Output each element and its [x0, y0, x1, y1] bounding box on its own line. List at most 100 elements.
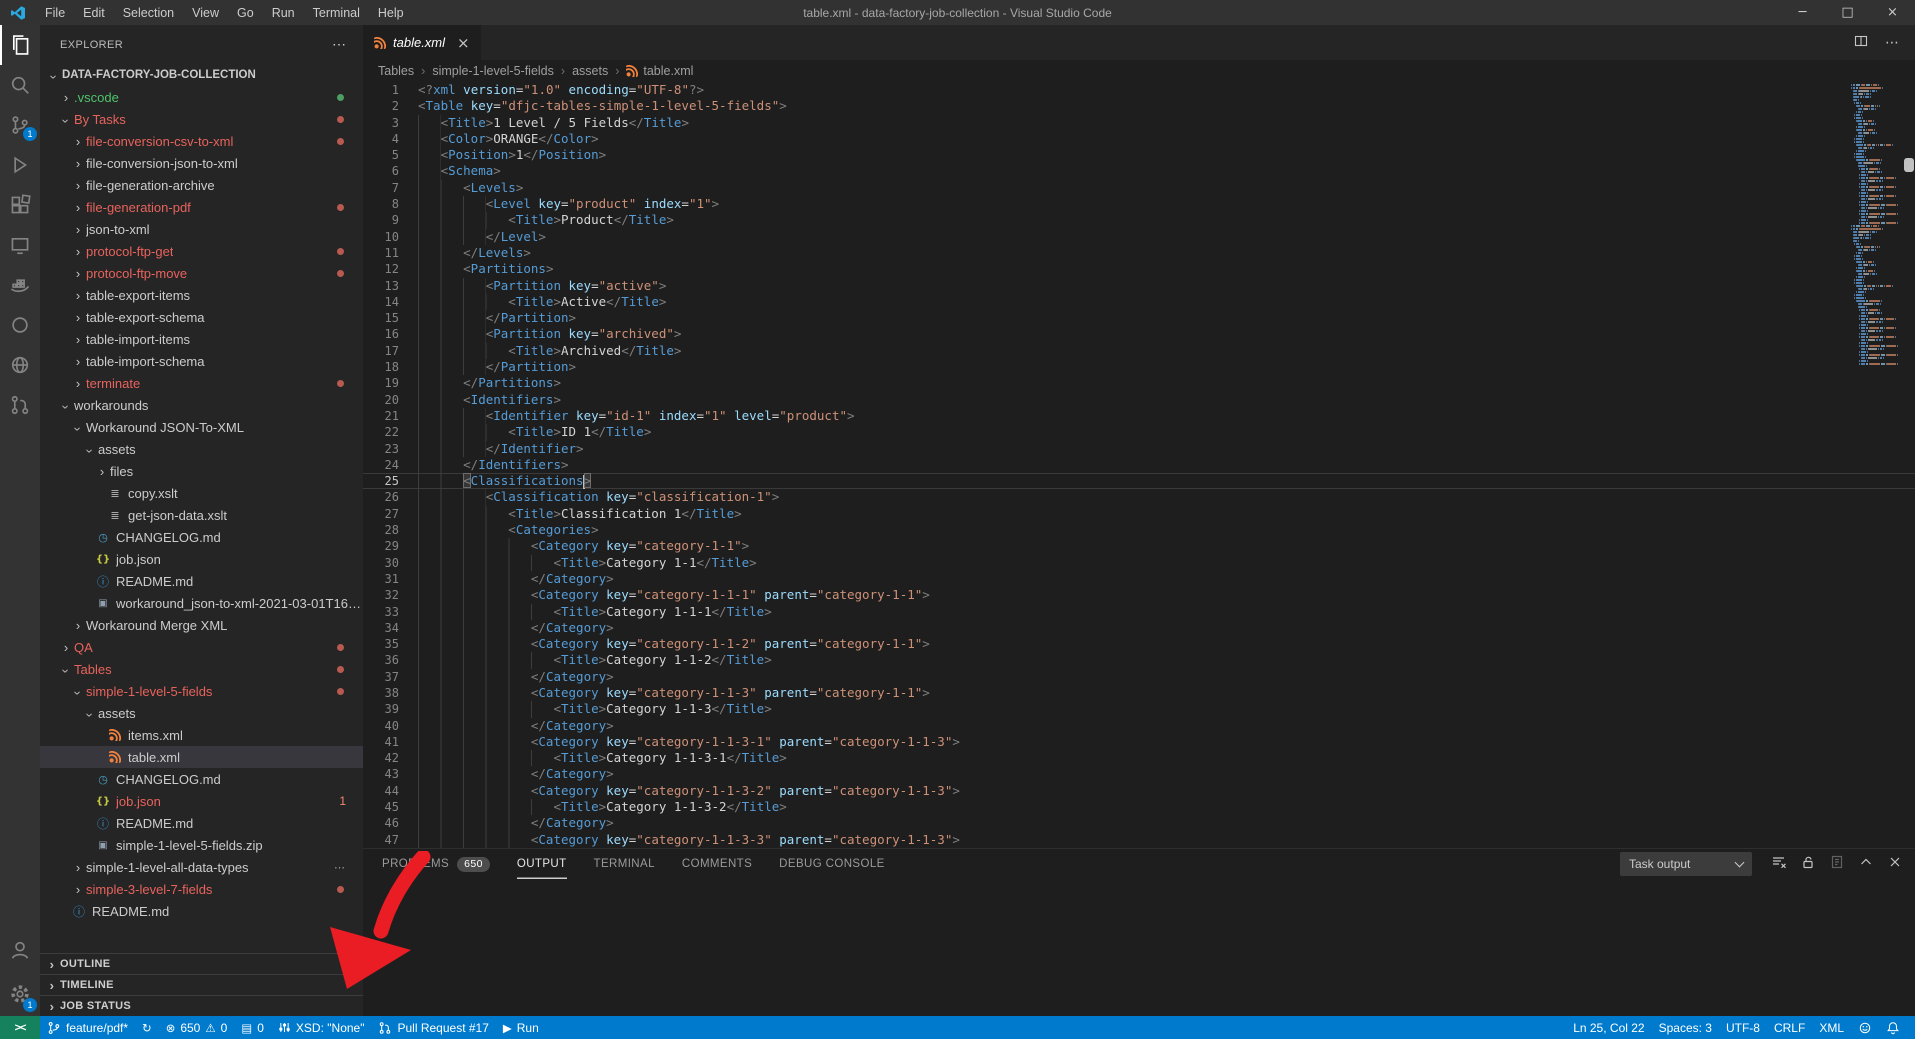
extensions-icon[interactable]	[0, 185, 40, 225]
code-line-38[interactable]: 38<Category key="category-1-1-3" parent=…	[363, 685, 1915, 701]
code-line-31[interactable]: 31</Category>	[363, 571, 1915, 587]
code-line-30[interactable]: 30<Title>Category 1-1</Title>	[363, 555, 1915, 571]
code-line-10[interactable]: 10</Level>	[363, 229, 1915, 245]
tree-folder-protocol-ftp-move[interactable]: ›protocol-ftp-move	[40, 262, 363, 284]
tree-folder-workaround-merge-xml[interactable]: ›Workaround Merge XML	[40, 614, 363, 636]
code-line-34[interactable]: 34</Category>	[363, 620, 1915, 636]
xsd-selector[interactable]: XSD: "None"	[271, 1016, 372, 1039]
circle-extension-icon[interactable]	[0, 305, 40, 345]
tree-folder-data-factory-job-collection[interactable]: ›DATA-FACTORY-JOB-COLLECTION	[40, 64, 363, 86]
tree-file-readme.md[interactable]: ⓘREADME.md	[40, 570, 363, 592]
settings-gear-icon[interactable]: 1	[0, 972, 40, 1016]
cursor-position[interactable]: Ln 25, Col 22	[1566, 1016, 1651, 1039]
code-line-41[interactable]: 41<Category key="category-1-1-3-1" paren…	[363, 734, 1915, 750]
code-line-27[interactable]: 27<Title>Classification 1</Title>	[363, 506, 1915, 522]
code-line-8[interactable]: 8<Level key="product" index="1">	[363, 196, 1915, 212]
menu-view[interactable]: View	[183, 6, 228, 20]
tree-file-simple-1-level-5-fields.zip[interactable]: ▣simple-1-level-5-fields.zip	[40, 834, 363, 856]
account-icon[interactable]	[0, 928, 40, 972]
tree-folder-by-tasks[interactable]: ›By Tasks	[40, 108, 363, 130]
breadcrumb-file[interactable]: table.xml	[626, 64, 693, 78]
tree-file-readme.md[interactable]: ⓘREADME.md	[40, 900, 363, 922]
run-task-button[interactable]: ▶Run	[496, 1016, 546, 1039]
code-line-20[interactable]: 20<Identifiers>	[363, 392, 1915, 408]
code-line-6[interactable]: 6<Schema>	[363, 163, 1915, 179]
tree-folder-table-import-items[interactable]: ›table-import-items	[40, 328, 363, 350]
explorer-more-actions-icon[interactable]: ⋯	[332, 36, 347, 53]
close-panel-icon[interactable]	[1887, 854, 1903, 875]
code-line-26[interactable]: 26<Classification key="classification-1"…	[363, 489, 1915, 505]
tab-debug-console[interactable]: DEBUG CONSOLE	[779, 849, 885, 879]
tree-file-changelog.md[interactable]: ◷CHANGELOG.md	[40, 526, 363, 548]
menu-terminal[interactable]: Terminal	[304, 6, 369, 20]
github-pull-requests-icon[interactable]	[0, 385, 40, 425]
tab-comments[interactable]: COMMENTS	[682, 849, 752, 879]
code-line-11[interactable]: 11</Levels>	[363, 245, 1915, 261]
breadcrumb-tables[interactable]: Tables	[378, 64, 414, 78]
section-job-status[interactable]: ›JOB STATUS	[40, 995, 363, 1016]
tree-folder-simple-3-level-7-fields[interactable]: ›simple-3-level-7-fields	[40, 878, 363, 900]
remote-explorer-icon[interactable]	[0, 225, 40, 265]
notifications-bell-icon[interactable]	[1879, 1016, 1907, 1039]
code-line-12[interactable]: 12<Partitions>	[363, 261, 1915, 277]
code-line-1[interactable]: 1<?xml version="1.0" encoding="UTF-8"?>	[363, 82, 1915, 98]
tree-folder-assets[interactable]: ›assets	[40, 702, 363, 724]
tree-folder-tables[interactable]: ›Tables	[40, 658, 363, 680]
indentation-setting[interactable]: Spaces: 3	[1652, 1016, 1719, 1039]
code-line-22[interactable]: 22<Title>ID 1</Title>	[363, 424, 1915, 440]
code-line-47[interactable]: 47<Category key="category-1-1-3-3" paren…	[363, 832, 1915, 848]
tree-file-table.xml[interactable]: table.xml	[40, 746, 363, 768]
clear-output-icon[interactable]	[1771, 854, 1787, 875]
tree-folder-simple-1-level-all-data-types[interactable]: ›simple-1-level-all-data-types⋯	[40, 856, 363, 878]
tree-folder-files[interactable]: ›files	[40, 460, 363, 482]
code-line-45[interactable]: 45<Title>Category 1-1-3-2</Title>	[363, 799, 1915, 815]
code-line-29[interactable]: 29<Category key="category-1-1">	[363, 538, 1915, 554]
code-line-3[interactable]: 3<Title>1 Level / 5 Fields</Title>	[363, 115, 1915, 131]
remote-indicator[interactable]: ><	[0, 1016, 40, 1039]
tree-folder-table-export-items[interactable]: ›table-export-items	[40, 284, 363, 306]
tree-file-items.xml[interactable]: items.xml	[40, 724, 363, 746]
code-line-43[interactable]: 43</Category>	[363, 766, 1915, 782]
pull-request-item[interactable]: Pull Request #17	[371, 1016, 495, 1039]
unlock-icon[interactable]	[1800, 854, 1816, 875]
tree-file-get-json-data.xslt[interactable]: ≣get-json-data.xslt	[40, 504, 363, 526]
code-editor[interactable]: 1<?xml version="1.0" encoding="UTF-8"?>2…	[363, 82, 1915, 848]
tab-terminal[interactable]: TERMINAL	[594, 849, 655, 879]
output-panel-content[interactable]	[363, 879, 1915, 1016]
code-line-44[interactable]: 44<Category key="category-1-1-3-2" paren…	[363, 783, 1915, 799]
tree-file-job.json[interactable]: {}job.json	[40, 548, 363, 570]
tab-output[interactable]: OUTPUT	[517, 849, 567, 879]
code-line-2[interactable]: 2<Table key="dfjc-tables-simple-1-level-…	[363, 98, 1915, 114]
code-line-13[interactable]: 13<Partition key="active">	[363, 278, 1915, 294]
code-line-9[interactable]: 9<Title>Product</Title>	[363, 212, 1915, 228]
menu-file[interactable]: File	[36, 6, 74, 20]
menu-run[interactable]: Run	[263, 6, 304, 20]
tree-file-readme.md[interactable]: ⓘREADME.md	[40, 812, 363, 834]
code-line-25[interactable]: 25<Classifications>	[363, 473, 1915, 489]
scrollbar-handle[interactable]	[1904, 158, 1914, 172]
code-line-46[interactable]: 46</Category>	[363, 815, 1915, 831]
run-debug-icon[interactable]	[0, 145, 40, 185]
explorer-icon[interactable]	[0, 25, 40, 65]
split-editor-icon[interactable]	[1853, 33, 1869, 53]
maximize-panel-icon[interactable]	[1858, 854, 1874, 875]
code-line-15[interactable]: 15</Partition>	[363, 310, 1915, 326]
minimize-button[interactable]: ─	[1780, 0, 1825, 25]
tree-folder-protocol-ftp-get[interactable]: ›protocol-ftp-get	[40, 240, 363, 262]
code-line-16[interactable]: 16<Partition key="archived">	[363, 326, 1915, 342]
code-line-24[interactable]: 24</Identifiers>	[363, 457, 1915, 473]
tree-folder-assets[interactable]: ›assets	[40, 438, 363, 460]
problems-summary[interactable]: ⊗650 ⚠0	[159, 1016, 235, 1039]
breadcrumb-folder[interactable]: simple-1-level-5-fields	[432, 64, 554, 78]
tree-folder-workarounds[interactable]: ›workarounds	[40, 394, 363, 416]
editor-more-actions-icon[interactable]: ⋯	[1885, 35, 1899, 51]
sync-button[interactable]: ↻	[135, 1016, 159, 1039]
code-line-5[interactable]: 5<Position>1</Position>	[363, 147, 1915, 163]
code-line-18[interactable]: 18</Partition>	[363, 359, 1915, 375]
tab-table-xml[interactable]: table.xml ×	[363, 25, 481, 60]
docker-icon[interactable]	[0, 265, 40, 305]
open-in-editor-icon[interactable]	[1829, 854, 1845, 875]
menu-help[interactable]: Help	[369, 6, 413, 20]
menu-go[interactable]: Go	[228, 6, 263, 20]
code-line-40[interactable]: 40</Category>	[363, 718, 1915, 734]
